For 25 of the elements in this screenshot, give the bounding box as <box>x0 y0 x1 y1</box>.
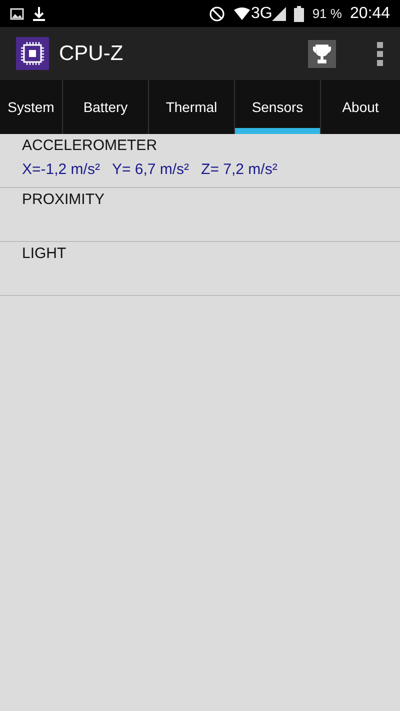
chip-icon <box>16 37 49 70</box>
tab[interactable]: Battery <box>63 80 149 134</box>
tab[interactable]: System <box>0 80 63 134</box>
sensor-value: Y= 6,7 m/s² <box>112 161 190 178</box>
more-icon[interactable] <box>376 42 384 66</box>
trophy-button[interactable] <box>308 40 336 68</box>
tab[interactable]: Thermal <box>149 80 235 134</box>
sensor-name: LIGHT <box>22 245 66 262</box>
blocked-icon <box>208 6 225 22</box>
trophy-icon <box>313 44 331 64</box>
sensor-name: ACCELEROMETER <box>22 137 158 154</box>
sensor-name: PROXIMITY <box>22 191 105 208</box>
tab[interactable]: About <box>321 80 400 134</box>
sensor-value: X=-1,2 m/s² <box>22 161 100 178</box>
signal-icon <box>272 6 286 20</box>
sensor-value: Z= 7,2 m/s² <box>201 161 278 178</box>
download-icon <box>32 6 46 22</box>
tab[interactable]: Sensors <box>235 80 321 134</box>
battery-icon <box>294 6 304 22</box>
image-icon <box>10 8 24 20</box>
clock: 20:44 <box>350 4 390 22</box>
battery-level: 91 % <box>312 6 342 21</box>
network-type: 3G <box>250 4 272 22</box>
wifi-icon <box>232 6 251 20</box>
app-title: CPU-Z <box>59 42 124 66</box>
